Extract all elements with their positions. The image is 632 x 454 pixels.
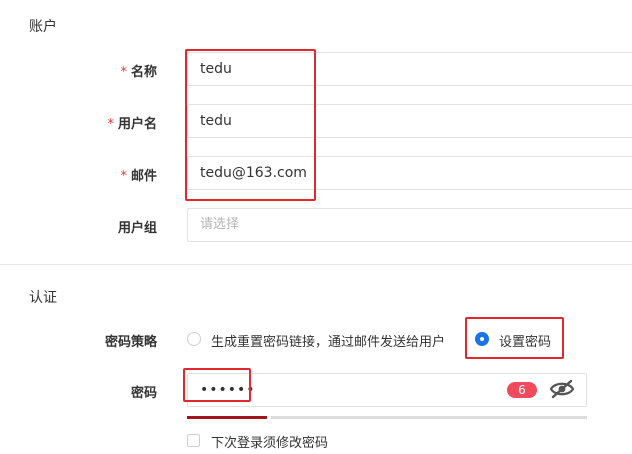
password-strength-segment (271, 416, 351, 419)
user-group-label: 用户组 (117, 221, 157, 236)
password-policy-label: 密码策略 (104, 335, 157, 350)
force-change-checkbox[interactable] (187, 434, 200, 447)
name-input[interactable]: tedu (187, 52, 632, 86)
radio-set-password-label[interactable]: 设置密码 (499, 331, 551, 350)
section-divider (0, 264, 632, 265)
eye-slash-icon[interactable] (549, 378, 575, 400)
password-strength-segment (507, 416, 587, 419)
required-mark: * (107, 117, 114, 132)
username-input[interactable]: tedu (187, 104, 632, 138)
username-label: * 用户名 (107, 117, 157, 132)
force-change-label[interactable]: 下次登录须修改密码 (211, 432, 328, 451)
user-group-select[interactable]: 请选择 (187, 208, 632, 242)
radio-reset-link[interactable] (187, 332, 201, 346)
password-label: 密码 (130, 386, 157, 401)
password-strength-segment (187, 416, 267, 419)
radio-set-password[interactable] (475, 332, 489, 346)
email-input[interactable]: tedu@163.com (187, 156, 632, 190)
password-strength-segment (431, 416, 511, 419)
required-mark: * (120, 65, 127, 80)
name-label: * 名称 (120, 65, 157, 80)
required-mark: * (120, 169, 127, 184)
radio-reset-link-label[interactable]: 生成重置密码链接，通过邮件发送给用户 (211, 331, 445, 350)
section-title-account: 账户 (29, 19, 57, 35)
email-label: * 邮件 (120, 169, 157, 184)
password-length-badge: 6 (507, 382, 537, 398)
password-strength-segment (351, 416, 431, 419)
section-title-auth: 认证 (29, 290, 57, 306)
